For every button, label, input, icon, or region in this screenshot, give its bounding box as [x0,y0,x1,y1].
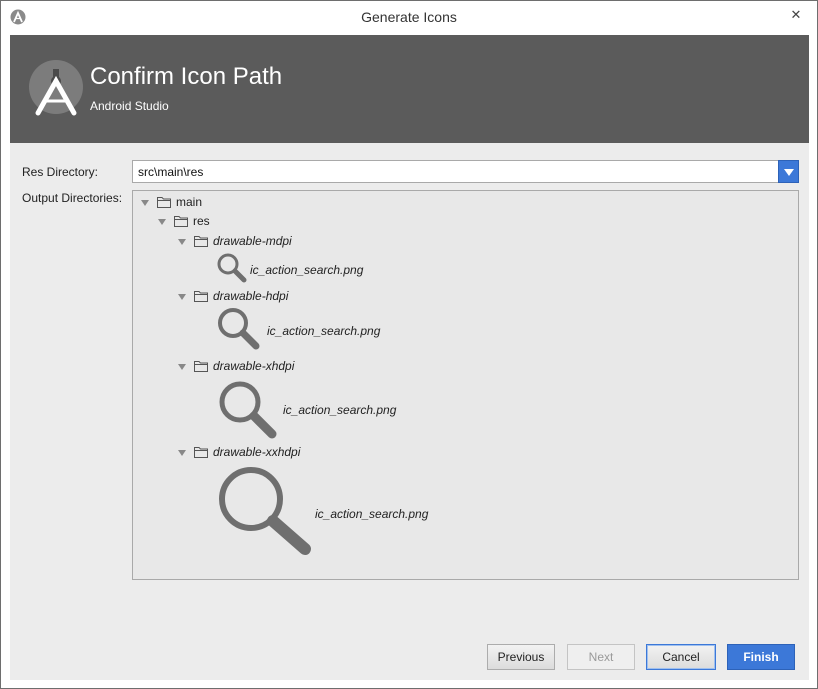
res-directory-select[interactable]: src\main\res [132,160,799,183]
folder-icon [194,291,208,302]
folder-icon [174,216,188,227]
expand-triangle-icon[interactable] [178,363,186,371]
file-name: ic_action_search.png [283,403,397,417]
generate-icons-dialog: Generate Icons ✕ Confirm Icon Path Andro… [0,0,818,689]
android-studio-logo [29,60,83,116]
close-icon[interactable]: ✕ [785,5,807,25]
folder-icon [157,197,171,208]
expand-triangle-icon[interactable] [178,293,186,301]
search-icon [219,381,277,439]
dialog-content: Confirm Icon Path Android Studio Res Dir… [10,35,809,680]
res-directory-label: Res Directory: [22,165,99,179]
page-title: Confirm Icon Path [90,63,283,90]
finish-button[interactable]: Finish [727,644,795,670]
expand-triangle-icon[interactable] [141,199,149,207]
tree-node-label: res [193,214,210,228]
expand-triangle-icon[interactable] [178,449,186,457]
file-name: ic_action_search.png [315,507,429,521]
folder-icon [194,361,208,372]
dialog-header: Confirm Icon Path Android Studio [10,35,809,143]
search-icon [218,308,260,350]
dropdown-button[interactable] [778,160,799,183]
search-icon [217,253,247,283]
folder-icon [194,447,208,458]
cancel-button[interactable]: Cancel [646,644,716,670]
next-button[interactable]: Next [567,644,635,670]
search-icon [219,467,311,555]
folder-icon [194,236,208,247]
tree-node-label: drawable-hdpi [213,289,289,303]
tree-node-label: main [176,195,203,209]
window-title: Generate Icons [361,9,457,25]
previous-button[interactable]: Previous [487,644,555,670]
tree-node-label: drawable-xxhdpi [213,445,301,459]
page-subtitle: Android Studio [90,99,169,113]
window-frame-bottom [1,680,817,688]
output-directories-tree[interactable]: main res drawable-mdpi ic_action_search.… [132,190,799,580]
res-directory-value: src\main\res [138,165,204,179]
output-directories-label: Output Directories: [22,191,123,205]
expand-triangle-icon[interactable] [178,238,186,246]
file-name: ic_action_search.png [267,324,381,338]
window-frame-right [809,35,817,680]
chevron-down-icon [784,169,794,176]
tree-node-label: drawable-mdpi [213,234,292,248]
file-name: ic_action_search.png [250,263,364,277]
title-bar: Generate Icons ✕ [1,1,817,35]
window-frame-left [1,35,10,680]
tree-node-label: drawable-xhdpi [213,359,295,373]
expand-triangle-icon[interactable] [158,218,166,226]
